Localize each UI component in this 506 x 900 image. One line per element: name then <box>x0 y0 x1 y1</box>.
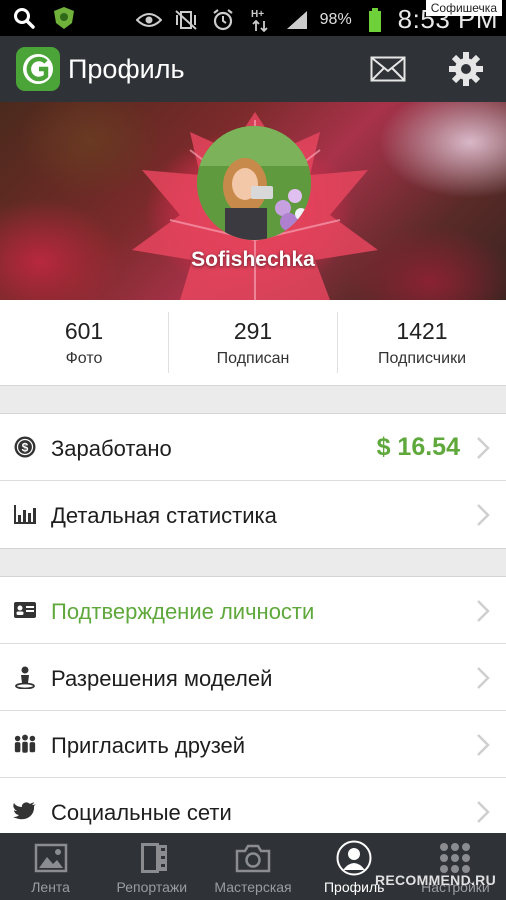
social-networks-label: Социальные сети <box>51 800 232 825</box>
nav-workshop[interactable]: Мастерская <box>202 833 303 900</box>
bar-chart-icon <box>13 502 37 526</box>
mail-icon[interactable] <box>368 49 408 89</box>
app-logo-icon[interactable] <box>16 47 60 91</box>
battery-percent: 98% <box>319 10 352 28</box>
shield-app-icon <box>50 4 78 32</box>
statistics-label: Детальная статистика <box>51 503 277 528</box>
image-icon <box>33 841 69 875</box>
statistics-row[interactable]: Детальная статистика <box>0 481 506 548</box>
invite-friends-row[interactable]: Пригласить друзей <box>0 711 506 778</box>
model-releases-label: Разрешения моделей <box>51 666 273 691</box>
nav-feed[interactable]: Лента <box>0 833 101 900</box>
profile-icon <box>336 840 372 876</box>
eye-icon <box>135 6 163 34</box>
model-releases-row[interactable]: Разрешения моделей <box>0 644 506 711</box>
earned-value: $ 16.54 <box>376 433 460 461</box>
signal-icon <box>283 6 311 34</box>
nav-label: Репортажи <box>116 879 188 895</box>
screen: H+ 98% 8:53 PM Софишечка Профиль Sofishe… <box>0 0 506 900</box>
chevron-right-icon <box>477 437 490 459</box>
watermark-bottom: RECOMMEND.RU <box>374 872 496 888</box>
battery-icon <box>361 6 389 34</box>
stat-label: Фото <box>65 349 103 367</box>
status-bar: H+ 98% 8:53 PM Софишечка <box>0 0 506 36</box>
chevron-right-icon <box>477 504 490 526</box>
stat-photos[interactable]: 601 Фото <box>0 312 169 373</box>
chevron-right-icon <box>477 734 490 756</box>
page-title: Профиль <box>68 54 185 84</box>
identity-verification-row[interactable]: Подтверждение личности <box>0 577 506 644</box>
stat-value: 291 <box>233 317 273 344</box>
nav-label: Лента <box>31 879 70 895</box>
account-section: Подтверждение личности Разрешения моделе… <box>0 576 506 846</box>
stat-label: Подписан <box>216 349 290 367</box>
search-icon[interactable] <box>10 4 38 32</box>
nav-settings[interactable]: Настройки <box>405 833 506 900</box>
chevron-right-icon <box>477 667 490 689</box>
earned-row[interactable]: $ Заработано $ 16.54 <box>0 414 506 481</box>
data-arrows-icon: H+ <box>246 6 274 34</box>
stat-label: Подписчики <box>377 349 466 367</box>
watermark-top: Софишечка <box>425 0 502 16</box>
bottom-nav: Лента Репортажи Мастерская Профиль Настр… <box>0 833 506 900</box>
identity-verification-label: Подтверждение личности <box>51 599 315 624</box>
gear-icon[interactable] <box>446 49 486 89</box>
chevron-right-icon <box>477 600 490 622</box>
chevron-right-icon <box>477 801 490 823</box>
stat-following[interactable]: 291 Подписан <box>169 312 338 373</box>
dollar-coin-icon: $ <box>13 435 37 459</box>
stat-followers[interactable]: 1421 Подписчики <box>338 312 506 373</box>
svg-text:H+: H+ <box>251 9 264 20</box>
model-pin-icon <box>13 665 37 689</box>
camera-icon <box>235 841 271 875</box>
avatar[interactable] <box>197 126 311 240</box>
film-icon <box>134 841 170 875</box>
nav-label: Мастерская <box>214 879 292 895</box>
username: Sofishechka <box>191 248 315 271</box>
id-card-icon <box>13 598 37 622</box>
svg-text:$: $ <box>22 441 29 455</box>
earned-label: Заработано <box>51 436 172 461</box>
nav-reports[interactable]: Репортажи <box>101 833 202 900</box>
grid-dots-icon <box>437 841 473 875</box>
alarm-icon <box>209 6 237 34</box>
nav-profile[interactable]: Профиль <box>304 833 405 900</box>
twitter-bird-icon <box>13 799 37 823</box>
cover-image: Sofishechka <box>0 102 506 300</box>
people-icon <box>13 732 37 756</box>
action-bar: Профиль <box>0 36 506 102</box>
earnings-section: $ Заработано $ 16.54 Детальная статистик… <box>0 413 506 549</box>
stat-value: 1421 <box>396 317 448 344</box>
vibrate-mute-icon <box>172 6 200 34</box>
invite-friends-label: Пригласить друзей <box>51 733 246 758</box>
stats-bar: 601 Фото 291 Подписан 1421 Подписчики <box>0 300 506 386</box>
stat-value: 601 <box>64 317 104 344</box>
